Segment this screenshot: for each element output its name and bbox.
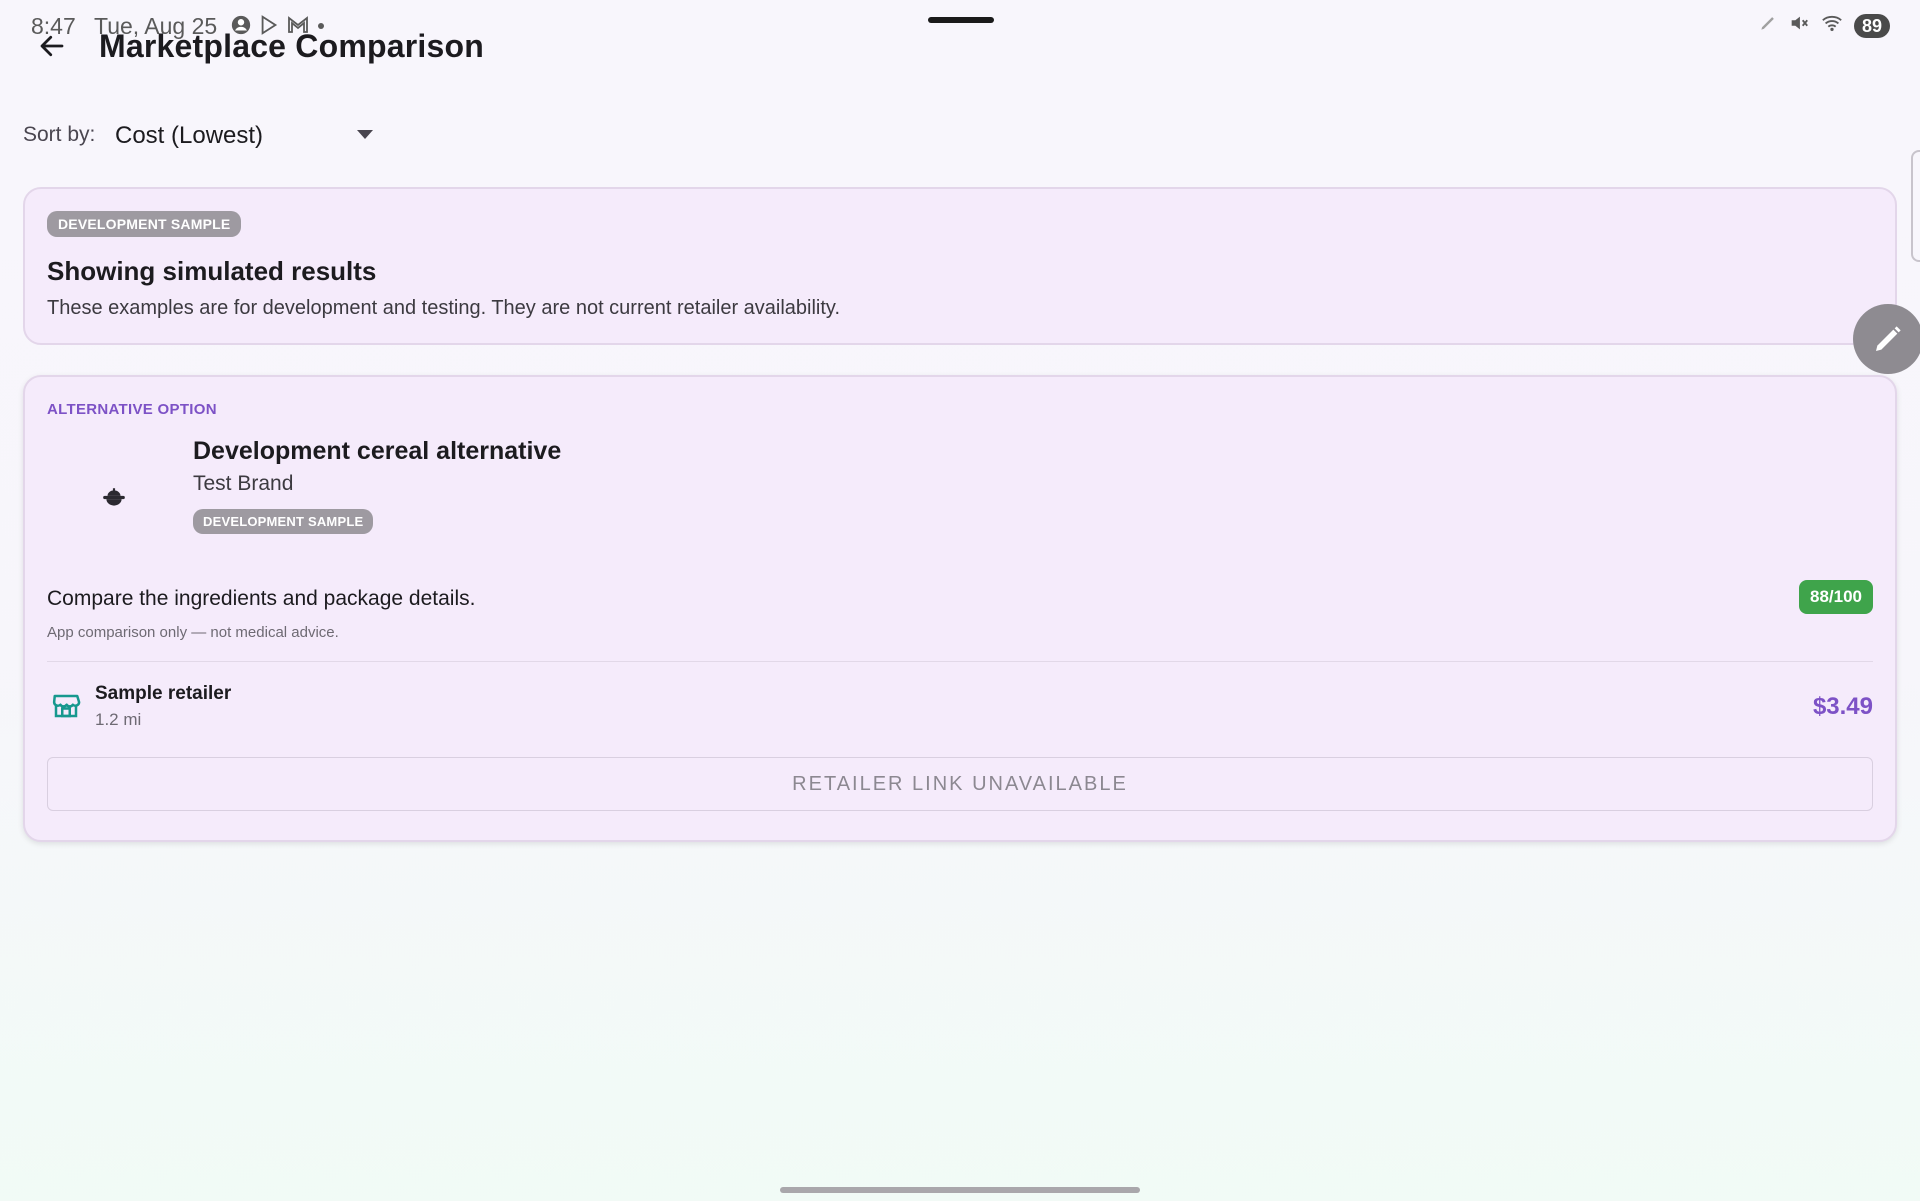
compare-text: Compare the ingredients and package deta… [47, 587, 476, 610]
store-icon [52, 694, 81, 718]
retailer-distance: 1.2 mi [95, 710, 142, 729]
home-indicator[interactable] [780, 1187, 1140, 1193]
page-title: Marketplace Comparison [99, 28, 484, 64]
product-image [95, 479, 133, 517]
retailer-link-button[interactable]: RETAILER LINK UNAVAILABLE [47, 757, 1873, 811]
dropdown-arrow-icon [357, 130, 373, 139]
status-system-icons: 89 [1758, 12, 1890, 39]
product-brand: Test Brand [193, 472, 294, 495]
alternative-option-label: ALTERNATIVE OPTION [47, 401, 217, 418]
product-placeholder-icon [103, 488, 125, 506]
development-sample-chip: DEVELOPMENT SAMPLE [193, 509, 374, 534]
top-handle [928, 17, 994, 23]
back-button[interactable] [34, 28, 70, 64]
product-name: Development cereal alternative [193, 437, 562, 465]
simulated-results-notice: DEVELOPMENT SAMPLE Showing simulated res… [23, 187, 1897, 345]
battery-indicator: 89 [1853, 13, 1890, 38]
pencil-icon [1876, 326, 1901, 351]
wifi-icon [1820, 12, 1844, 39]
notice-body: These examples are for development and t… [47, 297, 841, 319]
sort-label: Sort by: [23, 123, 96, 146]
notice-title: Showing simulated results [47, 256, 377, 286]
product-price: $3.49 [1812, 693, 1873, 720]
edge-panel-handle[interactable] [1911, 150, 1920, 262]
divider [47, 661, 1873, 662]
retailer-name: Sample retailer [95, 683, 232, 704]
alternative-product-card: ALTERNATIVE OPTION Development cereal al… [23, 375, 1897, 842]
sort-selected-value: Cost (Lowest) [115, 122, 264, 149]
disclaimer-text: App comparison only — not medical advice… [47, 624, 339, 641]
pen-icon [1758, 13, 1778, 38]
mute-icon [1788, 12, 1810, 39]
sort-dropdown[interactable]: Cost (Lowest) [115, 118, 375, 154]
score-badge: 88/100 [1799, 580, 1873, 614]
edit-fab-button[interactable] [1853, 304, 1920, 374]
arrow-back-icon [40, 35, 64, 57]
development-sample-chip: DEVELOPMENT SAMPLE [47, 211, 242, 237]
